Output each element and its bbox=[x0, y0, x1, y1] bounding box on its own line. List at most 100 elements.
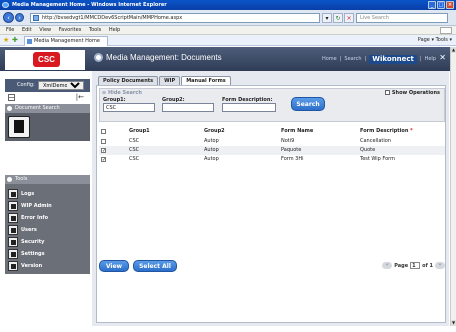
menu-edit[interactable]: Edit bbox=[22, 27, 32, 33]
tab-manual-forms[interactable]: Manual Forms bbox=[181, 76, 231, 85]
tab-policy-documents[interactable]: Policy Documents bbox=[98, 76, 159, 85]
tool-wip-admin[interactable]: WIP Admin bbox=[8, 201, 88, 211]
required-marker: * bbox=[410, 128, 413, 134]
cell-form-name: Noti9 bbox=[281, 138, 295, 144]
row-checkbox[interactable] bbox=[101, 139, 106, 144]
header-form-description[interactable]: Form Description * bbox=[360, 127, 413, 136]
cell-form-description: Cancellation bbox=[360, 138, 391, 144]
config-label: Config: bbox=[17, 82, 35, 88]
expand-icon[interactable]: ✕ bbox=[439, 54, 446, 62]
tools-panel: Logs WIP Admin Error Info Users Security… bbox=[5, 184, 90, 274]
page-of-label: of 1 bbox=[422, 262, 433, 269]
select-all-button[interactable]: Select All bbox=[133, 260, 177, 272]
windows-logo-icon bbox=[440, 27, 452, 34]
tool-settings[interactable]: Settings bbox=[8, 249, 88, 259]
tool-label: Users bbox=[21, 227, 37, 233]
cell-group2: Autop bbox=[204, 147, 219, 153]
table-row[interactable]: CSC Autop Noti9 Cancellation bbox=[99, 137, 445, 146]
config-select[interactable]: XmlDemo bbox=[38, 81, 84, 90]
add-favorite-icon[interactable]: ✚ bbox=[12, 37, 18, 44]
menu-tools[interactable]: Tools bbox=[89, 27, 101, 33]
show-operations-checkbox[interactable]: Show Operations bbox=[384, 90, 440, 96]
cell-group1: CSC bbox=[129, 147, 140, 153]
maximize-icon[interactable]: □ bbox=[437, 1, 445, 9]
tools-header[interactable]: Tools bbox=[5, 175, 90, 184]
home-link[interactable]: Home bbox=[322, 56, 337, 63]
tab-wip[interactable]: WIP bbox=[159, 76, 181, 85]
row-checkbox-checked[interactable]: ✓ bbox=[101, 157, 106, 163]
search-button[interactable]: Search bbox=[291, 97, 325, 111]
header-form-name[interactable]: Form Name bbox=[281, 127, 313, 136]
group2-input[interactable] bbox=[162, 103, 214, 112]
main-area: Policy Documents WIP Manual Forms ⊖ Hide… bbox=[92, 71, 449, 326]
wip-admin-icon bbox=[8, 201, 18, 211]
back-arrow-icon[interactable]: ‹ bbox=[3, 12, 14, 23]
cell-form-name: Paquote bbox=[281, 147, 302, 153]
select-all-checkbox[interactable] bbox=[101, 129, 106, 134]
next-page-icon[interactable]: » bbox=[435, 262, 445, 269]
group1-input[interactable]: CSC bbox=[103, 103, 155, 112]
pager: « Page 1 of 1 » bbox=[382, 262, 445, 269]
collapse-sidebar-icon[interactable]: |← bbox=[76, 93, 84, 101]
collapse-panel-icon[interactable] bbox=[7, 177, 12, 182]
help-link[interactable]: Help bbox=[425, 56, 436, 63]
cell-group1: CSC bbox=[129, 138, 140, 144]
row-checkbox-checked[interactable]: ✓ bbox=[101, 148, 106, 154]
dropdown-icon[interactable]: ▾ bbox=[322, 13, 332, 23]
form-description-input[interactable] bbox=[222, 103, 276, 112]
page-select[interactable]: 1 bbox=[410, 262, 421, 269]
tool-logs[interactable]: Logs bbox=[8, 189, 88, 199]
tool-users[interactable]: Users bbox=[8, 225, 88, 235]
grid-icon[interactable] bbox=[8, 94, 15, 101]
tool-version[interactable]: Version bbox=[8, 261, 88, 271]
live-search-input[interactable]: Live Search bbox=[356, 13, 448, 23]
security-icon bbox=[8, 237, 18, 247]
config-bar: Config: XmlDemo bbox=[5, 79, 90, 92]
cell-group2: Autop bbox=[204, 156, 219, 162]
tools-label: Tools bbox=[15, 176, 28, 182]
search-link[interactable]: Search bbox=[344, 56, 361, 63]
menu-bar: File Edit View Favorites Tools Help bbox=[0, 26, 456, 35]
url-text: http://bvsedvgt1/MMCDDev6ScriptMain/MMPH… bbox=[42, 15, 183, 21]
command-bar-tools[interactable]: Page ▾ Tools ▾ bbox=[418, 35, 452, 46]
stop-icon[interactable]: × bbox=[344, 13, 354, 23]
prev-page-icon[interactable]: « bbox=[382, 262, 393, 269]
page-title: Media Management: Documents bbox=[106, 53, 222, 62]
address-bar-row: ‹ › http://bvsedvgt1/MMCDDev6ScriptMain/… bbox=[0, 10, 456, 26]
scroll-down-icon[interactable]: ▼ bbox=[451, 320, 456, 326]
close-icon[interactable]: × bbox=[446, 1, 454, 9]
tool-security[interactable]: Security bbox=[8, 237, 88, 247]
window-controls: _ □ × bbox=[428, 1, 454, 9]
menu-help[interactable]: Help bbox=[109, 27, 120, 33]
favorites-star-icon[interactable]: ★ bbox=[3, 37, 9, 44]
header-group1[interactable]: Group1 bbox=[129, 127, 150, 136]
table-row[interactable]: ✓ CSC Autop Form 3Hi Test Wip Form bbox=[99, 155, 445, 164]
collapse-panel-icon[interactable] bbox=[7, 106, 12, 111]
document-search-header[interactable]: Document Search bbox=[5, 104, 90, 113]
tool-label: Version bbox=[21, 263, 43, 269]
address-field[interactable]: http://bvsedvgt1/MMCDDev6ScriptMain/MMPH… bbox=[30, 13, 320, 23]
tab-page-icon bbox=[27, 39, 32, 44]
table-row[interactable]: ✓ CSC Autop Paquote Quote bbox=[99, 146, 445, 155]
csc-logo-mark: CSC bbox=[33, 52, 60, 67]
page-scrollbar[interactable]: ▲ ▼ bbox=[450, 47, 456, 326]
forward-arrow-icon[interactable]: › bbox=[15, 13, 24, 22]
separator: | bbox=[419, 56, 422, 62]
wikonnect-link[interactable]: Wikonnect bbox=[369, 55, 417, 64]
document-icon[interactable] bbox=[8, 116, 30, 138]
menu-file[interactable]: File bbox=[6, 27, 14, 33]
view-button[interactable]: View bbox=[99, 260, 129, 272]
header-group2[interactable]: Group2 bbox=[204, 127, 225, 136]
minimize-icon[interactable]: _ bbox=[428, 1, 436, 9]
menu-view[interactable]: View bbox=[39, 27, 51, 33]
tool-label: WIP Admin bbox=[21, 203, 52, 209]
favorites-bar: ★ ✚ Media Management Home Page ▾ Tools ▾ bbox=[0, 35, 456, 46]
cell-form-description: Test Wip Form bbox=[360, 156, 396, 162]
refresh-icon[interactable]: ↻ bbox=[333, 13, 343, 23]
menu-favorites[interactable]: Favorites bbox=[59, 27, 82, 33]
error-info-icon bbox=[8, 213, 18, 223]
scroll-up-icon[interactable]: ▲ bbox=[451, 47, 456, 53]
tool-error-info[interactable]: Error Info bbox=[8, 213, 88, 223]
hide-search-toggle[interactable]: ⊖ Hide Search bbox=[102, 90, 142, 96]
browser-tab[interactable]: Media Management Home bbox=[24, 36, 108, 46]
